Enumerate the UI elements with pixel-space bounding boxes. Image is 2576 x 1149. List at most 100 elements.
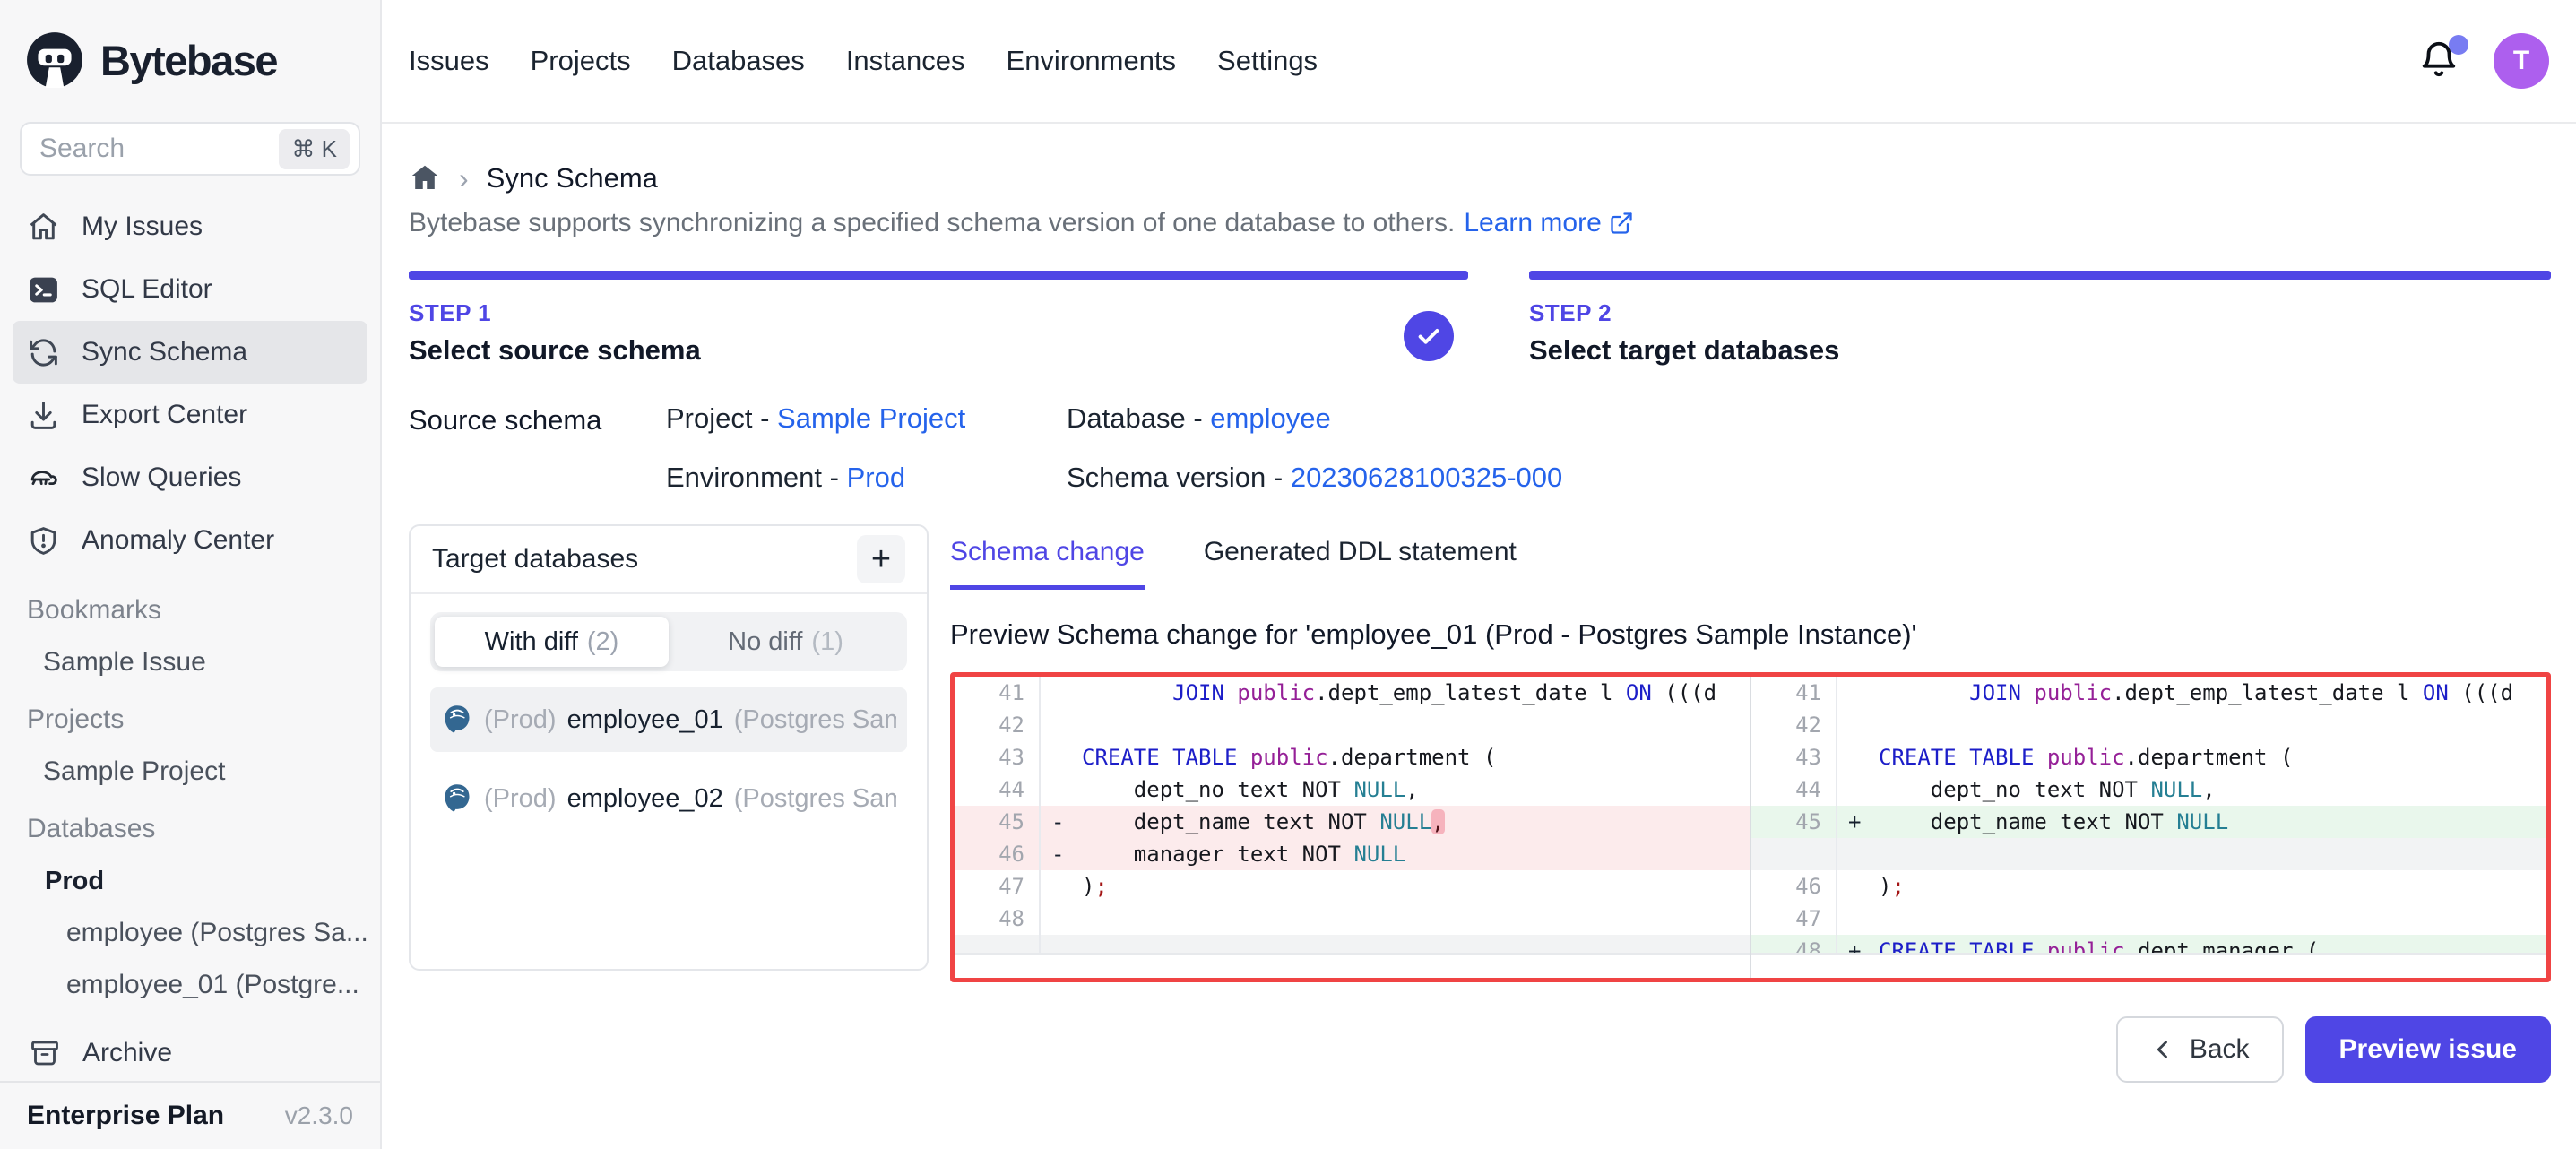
tab-no-diff-count: (1) [811,627,843,657]
sidebar-item-anomaly-center[interactable]: Anomaly Center [13,509,367,572]
schema-version-link[interactable]: 20230628100325-000 [1291,462,1562,493]
nav-settings[interactable]: Settings [1217,45,1318,77]
diff-marker: + [1837,935,1879,953]
code-line: JOIN public.dept_emp_latest_date l ON ((… [1082,677,1750,709]
source-project: Project - Sample Project [666,402,1067,435]
plan-name: Enterprise Plan [27,1101,224,1131]
project-link[interactable]: Sample Project [777,402,965,434]
source-database: Database - employee [1067,402,1562,435]
horizontal-scrollbar[interactable] [1751,953,2546,978]
nav-environments[interactable]: Environments [1007,45,1177,77]
diff-row: 48+CREATE TABLE public.dept_manager ( [1751,935,2546,953]
learn-more-link[interactable]: Learn more [1464,208,1633,238]
diff-row [1751,838,2546,870]
diff-row: 47); [955,870,1750,903]
line-number [1751,838,1837,870]
version-label: Schema version - [1067,462,1291,493]
environment-link[interactable]: Prod [847,462,905,493]
page-description: Bytebase supports synchronizing a specif… [409,208,2551,238]
plan-bar: Enterprise Plan v2.3.0 [0,1081,380,1149]
horizontal-scrollbar[interactable] [955,953,1750,978]
code-line [1082,903,1750,935]
diff-row [955,935,1750,953]
nav-instances[interactable]: Instances [846,45,965,77]
notification-dot [2449,35,2468,55]
add-target-database-button[interactable]: + [857,535,905,583]
tab-schema-change[interactable]: Schema change [950,537,1145,590]
preview-issue-button[interactable]: Preview issue [2305,1016,2551,1083]
search-box[interactable]: ⌘ K [20,122,360,176]
brand-logo[interactable]: Bytebase [0,0,380,120]
code-line [1082,935,1750,953]
turtle-icon [27,462,60,495]
sidebar-db-employee[interactable]: employee (Postgres Sa... [0,907,380,959]
preview-title: Preview Schema change for 'employee_01 (… [950,618,2551,651]
home-breadcrumb-icon[interactable] [409,162,441,194]
diff-marker [1837,903,1879,935]
target-db-employee-01[interactable]: (Prod) employee_01 (Postgres Sampl... [430,687,907,752]
nav-issues[interactable]: Issues [409,45,489,77]
sidebar-db-employee-01[interactable]: employee_01 (Postgre... [0,959,380,1011]
tab-with-diff-label: With diff [485,627,578,657]
bookmark-sample-issue[interactable]: Sample Issue [0,636,380,688]
nav-projects[interactable]: Projects [531,45,631,77]
diff-marker [1837,709,1879,741]
step-2-bar [1529,271,2551,280]
line-number: 41 [1751,677,1837,709]
target-databases-title: Target databases [432,544,638,574]
breadcrumb-current: Sync Schema [487,162,658,194]
line-number: 45 [955,806,1041,838]
nav-databases[interactable]: Databases [672,45,805,77]
code-line: dept_name text NOT NULL, [1082,806,1750,838]
environment-label: Environment - [666,462,847,493]
line-number: 43 [1751,741,1837,773]
line-number: 43 [955,741,1041,773]
avatar[interactable]: T [2494,33,2549,89]
sidebar-item-archive[interactable]: Archive [0,1025,380,1081]
diff-marker [1041,709,1082,741]
external-link-icon [1609,211,1634,236]
code-line: ); [1879,870,2546,903]
line-number: 42 [955,709,1041,741]
project-sample-project[interactable]: Sample Project [0,746,380,798]
schema-diff-viewer[interactable]: 41 JOIN public.dept_emp_latest_date l ON… [950,672,2551,982]
sidebar-item-slow-queries[interactable]: Slow Queries [13,446,367,509]
step-1[interactable]: STEP 1 Select source schema [409,271,1468,367]
database-link[interactable]: employee [1210,402,1330,434]
diff-row: 43CREATE TABLE public.department ( [1751,741,2546,773]
step-indicator: STEP 1 Select source schema STEP 2 Selec [409,271,2551,367]
chevron-left-icon [2150,1037,2175,1062]
diff-row: 46- manager text NOT NULL [955,838,1750,870]
tab-generated-ddl[interactable]: Generated DDL statement [1204,537,1517,590]
sidebar-menu: My Issues SQL Editor Sync Schema Export … [0,195,380,572]
diff-rows-right: 41 JOIN public.dept_emp_latest_date l ON… [1751,677,2546,953]
db-instance: (Postgres Sampl... [734,705,896,735]
target-db-employee-02[interactable]: (Prod) employee_02 (Postgres Samp... [430,766,907,831]
sidebar-item-sync-schema[interactable]: Sync Schema [13,321,367,384]
sidebar-db-employee-02[interactable]: employee_02 (Postgre [0,1011,380,1025]
code-line [1879,838,2546,870]
shield-alert-icon [27,524,60,557]
breadcrumb: › Sync Schema [409,152,2551,204]
back-button[interactable]: Back [2116,1016,2284,1083]
search-input[interactable] [39,134,279,164]
line-number: 48 [955,903,1041,935]
postgres-icon [441,782,473,815]
code-line [1879,903,2546,935]
diff-pane-right: 41 JOIN public.dept_emp_latest_date l ON… [1750,677,2546,978]
target-databases-panel: Target databases + With diff (2) No diff… [409,524,929,971]
diff-marker [1837,741,1879,773]
search-shortcut-badge: ⌘ K [279,129,350,169]
tab-with-diff[interactable]: With diff (2) [435,617,669,667]
sidebar-item-my-issues[interactable]: My Issues [13,195,367,258]
code-line [1082,709,1750,741]
db-name: employee_01 [567,705,723,735]
tab-no-diff[interactable]: No diff (1) [669,617,903,667]
sidebar-item-export-center[interactable]: Export Center [13,384,367,446]
sidebar-item-sql-editor[interactable]: SQL Editor [13,258,367,321]
db-environment: (Prod) [484,784,557,814]
step-2[interactable]: STEP 2 Select target databases [1529,271,2551,367]
notifications-button[interactable] [2418,39,2463,83]
diff-marker [1837,773,1879,806]
section-projects: Projects [0,694,380,746]
